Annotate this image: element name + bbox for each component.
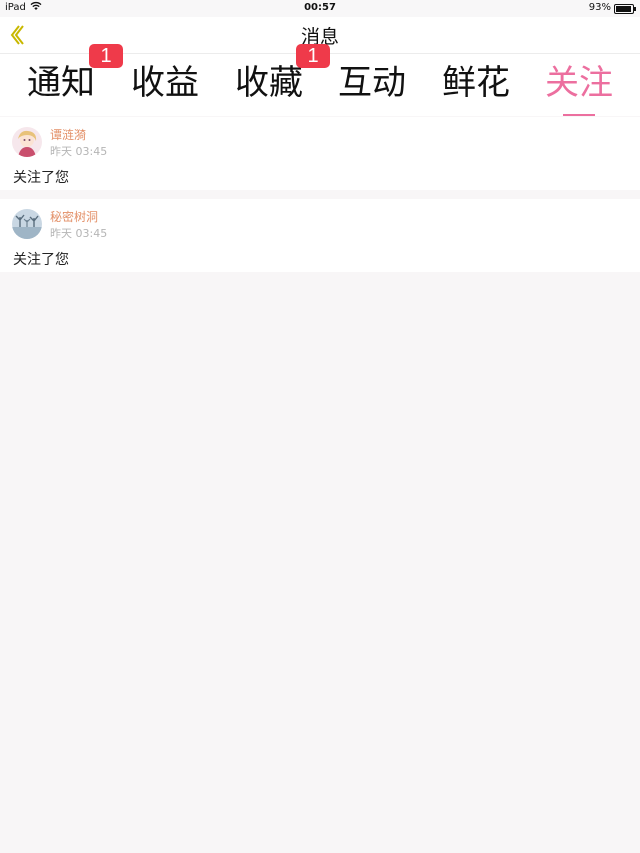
- battery-icon: [614, 4, 636, 14]
- unread-badge-notifications: 1: [89, 44, 123, 68]
- list-item[interactable]: 秘密树洞 昨天 03:45 关注了您: [0, 199, 640, 272]
- message-text: 关注了您: [13, 252, 69, 268]
- status-bar: iPad 00:57 93%: [0, 0, 640, 17]
- username[interactable]: 谭涟漪: [50, 126, 86, 143]
- avatar[interactable]: [12, 127, 42, 157]
- active-tab-indicator: [563, 114, 595, 116]
- list-item[interactable]: 谭涟漪 昨天 03:45 关注了您: [0, 117, 640, 190]
- timestamp: 昨天 03:45: [50, 145, 108, 158]
- tab-earnings[interactable]: 收益: [119, 58, 211, 108]
- username[interactable]: 秘密树洞: [50, 208, 98, 225]
- tab-interactions[interactable]: 互动: [326, 58, 418, 108]
- tab-flowers[interactable]: 鲜花: [430, 58, 522, 108]
- battery-percent: 93%: [588, 2, 611, 13]
- clock: 00:57: [304, 2, 336, 13]
- timestamp: 昨天 03:45: [50, 227, 108, 240]
- avatar[interactable]: [12, 209, 42, 239]
- tab-following-label: 关注: [545, 63, 613, 103]
- tab-following[interactable]: 关注: [533, 58, 625, 116]
- message-text: 关注了您: [13, 170, 69, 186]
- tab-bar: 通知 收益 收藏 互动 鲜花 关注 1 1: [0, 44, 640, 116]
- unread-badge-favorites: 1: [296, 44, 330, 68]
